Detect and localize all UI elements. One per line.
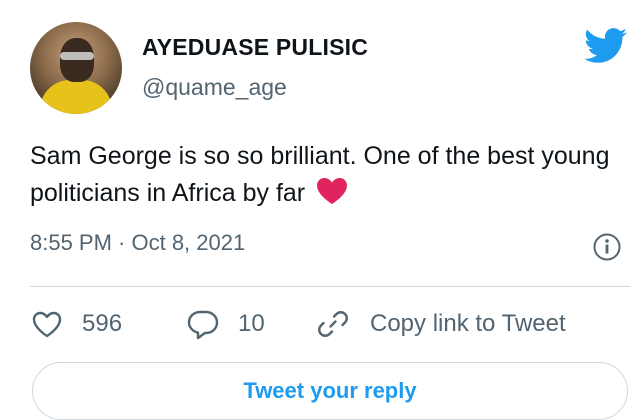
info-icon[interactable] [592,232,622,262]
like-count: 596 [82,310,123,337]
reply-button[interactable]: 10 [186,306,265,342]
copy-link-label: Copy link to Tweet [370,310,566,337]
tweet-card: AYEDUASE PULISIC @quame_age Sam George i… [0,0,640,420]
heart-outline-icon [32,311,62,338]
copy-link-button[interactable]: Copy link to Tweet [316,306,566,342]
twitter-bird-icon[interactable] [584,28,628,64]
tweet-text: Sam George is so so brilliant. One of th… [30,138,620,212]
avatar-glasses [60,52,94,60]
tweet-timestamp[interactable]: 8:55 PM · Oct 8, 2021 [30,230,245,256]
link-icon [318,311,348,337]
like-button[interactable]: 596 [30,306,122,342]
tweet-your-reply-button[interactable]: Tweet your reply [32,362,628,420]
red-heart-emoji-icon [317,178,348,204]
avatar-head [60,38,94,82]
reply-count: 10 [238,310,265,337]
divider [30,286,630,287]
speech-bubble-icon [187,310,219,340]
avatar[interactable] [30,22,122,114]
avatar-shirt [40,80,112,114]
display-name[interactable]: AYEDUASE PULISIC [142,34,368,61]
user-handle[interactable]: @quame_age [142,74,287,101]
